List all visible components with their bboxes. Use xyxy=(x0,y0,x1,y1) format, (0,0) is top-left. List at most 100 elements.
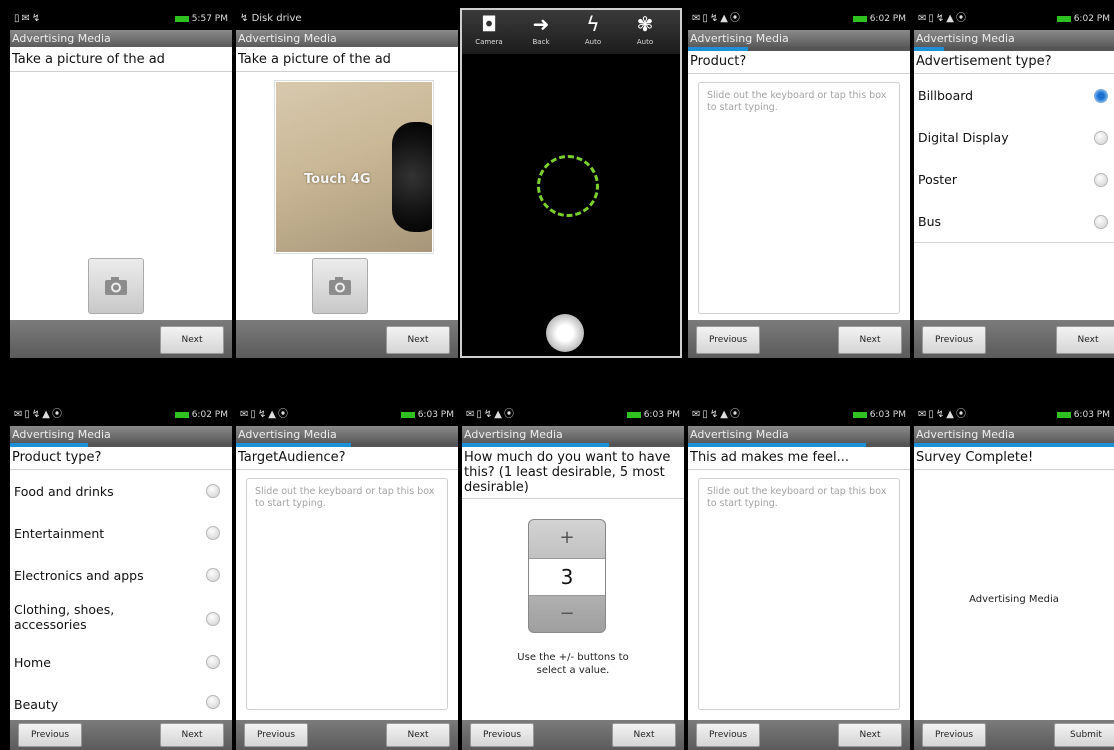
option-electronics-and-apps[interactable]: Electronics and apps xyxy=(10,554,232,597)
radio[interactable] xyxy=(206,695,220,709)
flash-icon: ϟ xyxy=(586,12,600,36)
battery-icon xyxy=(626,411,641,418)
phone-shape xyxy=(392,122,432,232)
next-button[interactable]: Next xyxy=(160,723,224,747)
bottom-bar: Previous Next xyxy=(914,320,1114,358)
radio[interactable] xyxy=(206,526,220,540)
answer-textarea[interactable]: Slide out the keyboard or tap this box t… xyxy=(246,478,448,710)
status-bar: ↯ Disk drive xyxy=(236,8,458,30)
radio[interactable] xyxy=(1094,131,1108,145)
notification-icons: ✉▯↯▲⦿ xyxy=(466,409,516,420)
question-text: This ad makes me feel... xyxy=(688,447,910,470)
camera-icon xyxy=(329,277,351,295)
ad-photo-text: Touch 4G xyxy=(304,172,371,187)
radio[interactable] xyxy=(206,484,220,498)
ad-photo: Touch 4G xyxy=(274,80,434,254)
screen-target-audience: ✉▯↯▲⦿ 6:03 PM Advertising Media TargetAu… xyxy=(236,404,458,750)
status-bar: ✉▯↯▲⦿ 6:02 PM xyxy=(914,8,1114,30)
option-poster[interactable]: Poster xyxy=(914,158,1114,201)
next-button[interactable]: Next xyxy=(386,723,450,747)
bottom-bar: Previous Next xyxy=(688,320,910,358)
take-photo-button[interactable] xyxy=(312,258,368,314)
radio[interactable] xyxy=(206,612,220,626)
status-ampm: PM xyxy=(214,14,228,24)
next-button[interactable]: Next xyxy=(612,723,676,747)
status-bar: ✉▯↯▲⦿ 6:03 PM xyxy=(688,404,910,426)
previous-button[interactable]: Previous xyxy=(244,723,308,747)
radio-selected[interactable] xyxy=(1094,89,1108,103)
camera-icon xyxy=(105,277,127,295)
camera-mode-button[interactable]: ◘ Camera xyxy=(464,10,514,46)
notification-icons: ✉▯↯▲⦿ xyxy=(14,409,64,420)
status-right: 6:03 PM xyxy=(626,404,680,426)
status-bar: ✉▯↯▲⦿ 6:03 PM xyxy=(462,404,684,426)
previous-button[interactable]: Previous xyxy=(696,326,760,354)
bottom-bar: Next xyxy=(10,320,232,358)
flash-button[interactable]: ϟ Auto xyxy=(568,10,618,46)
next-button[interactable]: Next xyxy=(838,723,902,747)
radio[interactable] xyxy=(206,655,220,669)
option-beauty[interactable]: Beauty xyxy=(10,683,232,725)
battery-icon xyxy=(852,15,867,22)
previous-button[interactable]: Previous xyxy=(922,326,986,354)
radio[interactable] xyxy=(206,568,220,582)
notification-icons: ✉▯↯▲⦿ xyxy=(918,13,968,24)
textarea-placeholder: Slide out the keyboard or tap this box t… xyxy=(255,486,435,509)
next-button[interactable]: Next xyxy=(160,326,224,354)
next-button[interactable]: Next xyxy=(386,326,450,354)
app-title: Advertising Media xyxy=(688,30,910,47)
option-food-and-drinks[interactable]: Food and drinks xyxy=(10,470,232,513)
screen-take-picture-1: ▯✉↯ 5:57 PM Advertising Media Take a pic… xyxy=(10,8,232,358)
app-title: Advertising Media xyxy=(914,426,1114,443)
next-button[interactable]: Next xyxy=(1056,326,1114,354)
bottom-bar: Previous Next xyxy=(236,720,458,750)
option-clothing-shoes-accessories[interactable]: Clothing, shoes, accessories xyxy=(10,596,232,642)
screen-ad-type: ✉▯↯▲⦿ 6:02 PM Advertising Media Advertis… xyxy=(914,8,1114,358)
status-right: 6:02 PM xyxy=(1056,8,1110,30)
increment-button[interactable]: + xyxy=(529,520,605,556)
notification-icons: ✉▯↯▲⦿ xyxy=(918,409,968,420)
battery-icon xyxy=(174,411,189,418)
option-billboard[interactable]: Billboard xyxy=(914,74,1114,117)
app-title: Advertising Media xyxy=(236,426,458,443)
decrement-button[interactable]: − xyxy=(529,596,605,632)
textarea-placeholder: Slide out the keyboard or tap this box t… xyxy=(707,90,887,113)
stepper-hint: Use the +/- buttons to select a value. xyxy=(517,652,629,676)
option-bus[interactable]: Bus xyxy=(914,200,1114,243)
option-home[interactable]: Home xyxy=(10,641,232,684)
camera-toolbar: ◘ Camera ➜ Back ϟ Auto ✾ Auto xyxy=(462,10,680,54)
submit-button[interactable]: Submit xyxy=(1054,723,1114,747)
value-stepper: + 3 − xyxy=(528,519,606,633)
next-button[interactable]: Next xyxy=(838,326,902,354)
battery-icon xyxy=(1056,15,1071,22)
option-entertainment[interactable]: Entertainment xyxy=(10,512,232,555)
bottom-bar: Previous Next xyxy=(10,720,232,750)
screen-camera: ◘ Camera ➜ Back ϟ Auto ✾ Auto xyxy=(460,8,682,358)
take-photo-button[interactable] xyxy=(88,258,144,314)
app-title: Advertising Media xyxy=(10,426,232,443)
screen-desirability: ✉▯↯▲⦿ 6:03 PM Advertising Media How much… xyxy=(462,404,684,750)
battery-icon xyxy=(852,411,867,418)
white-balance-button[interactable]: ✾ Auto xyxy=(620,10,670,46)
shutter-button[interactable] xyxy=(546,314,584,352)
notification-icons: ✉▯↯▲⦿ xyxy=(692,13,742,24)
previous-button[interactable]: Previous xyxy=(696,723,760,747)
notification-icons: ✉▯↯▲⦿ xyxy=(240,409,290,420)
answer-textarea[interactable]: Slide out the keyboard or tap this box t… xyxy=(698,82,900,314)
option-digital-display[interactable]: Digital Display xyxy=(914,116,1114,159)
status-bar: ✉▯↯▲⦿ 6:03 PM xyxy=(914,404,1114,426)
question-text: TargetAudience? xyxy=(236,447,458,470)
radio[interactable] xyxy=(1094,215,1108,229)
question-text: Product type? xyxy=(10,447,232,470)
previous-button[interactable]: Previous xyxy=(922,723,986,747)
battery-icon xyxy=(400,411,415,418)
back-icon: ➜ xyxy=(532,12,550,36)
app-title: Advertising Media xyxy=(688,426,910,443)
back-button[interactable]: ➜ Back xyxy=(516,10,566,46)
status-bar: ✉▯↯▲⦿ 6:03 PM xyxy=(236,404,458,426)
status-right: 6:02 PM xyxy=(174,404,228,426)
radio[interactable] xyxy=(1094,173,1108,187)
answer-textarea[interactable]: Slide out the keyboard or tap this box t… xyxy=(698,478,900,710)
previous-button[interactable]: Previous xyxy=(470,723,534,747)
previous-button[interactable]: Previous xyxy=(18,723,82,747)
